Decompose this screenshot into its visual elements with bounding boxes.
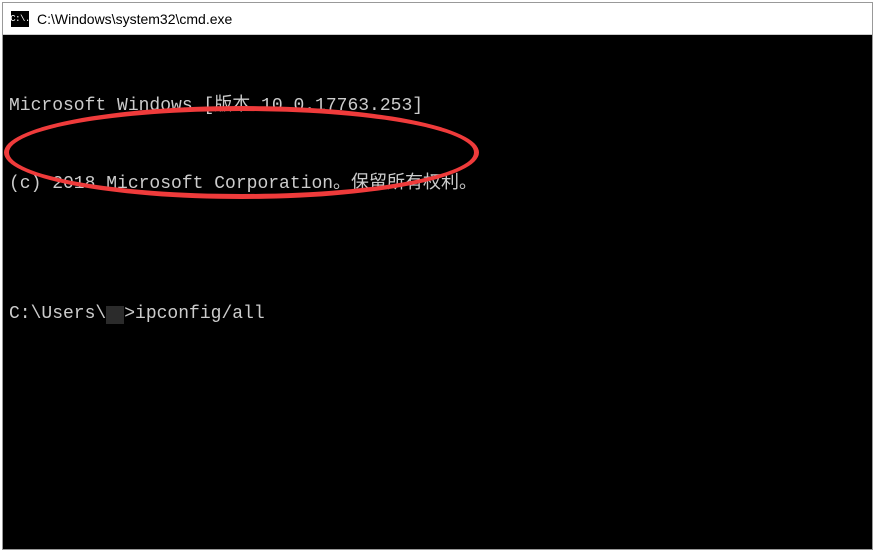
prompt-path-prefix: C:\Users\ xyxy=(9,304,106,324)
window-title: C:\Windows\system32\cmd.exe xyxy=(37,11,232,27)
terminal-area[interactable]: Microsoft Windows [版本 10.0.17763.253] (c… xyxy=(3,35,872,549)
cmd-icon: C:\. xyxy=(11,11,29,27)
prompt-suffix: > xyxy=(124,304,135,324)
cmd-window: C:\. C:\Windows\system32\cmd.exe Microso… xyxy=(2,2,873,550)
terminal-line-copyright: (c) 2018 Microsoft Corporation。保留所有权利。 xyxy=(9,171,866,197)
redacted-username xyxy=(106,306,124,324)
terminal-prompt-line: C:\Users\ >ipconfig/all xyxy=(9,301,866,327)
terminal-line-version: Microsoft Windows [版本 10.0.17763.253] xyxy=(9,93,866,119)
command-text: ipconfig/all xyxy=(135,304,265,324)
titlebar[interactable]: C:\. C:\Windows\system32\cmd.exe xyxy=(3,3,872,35)
